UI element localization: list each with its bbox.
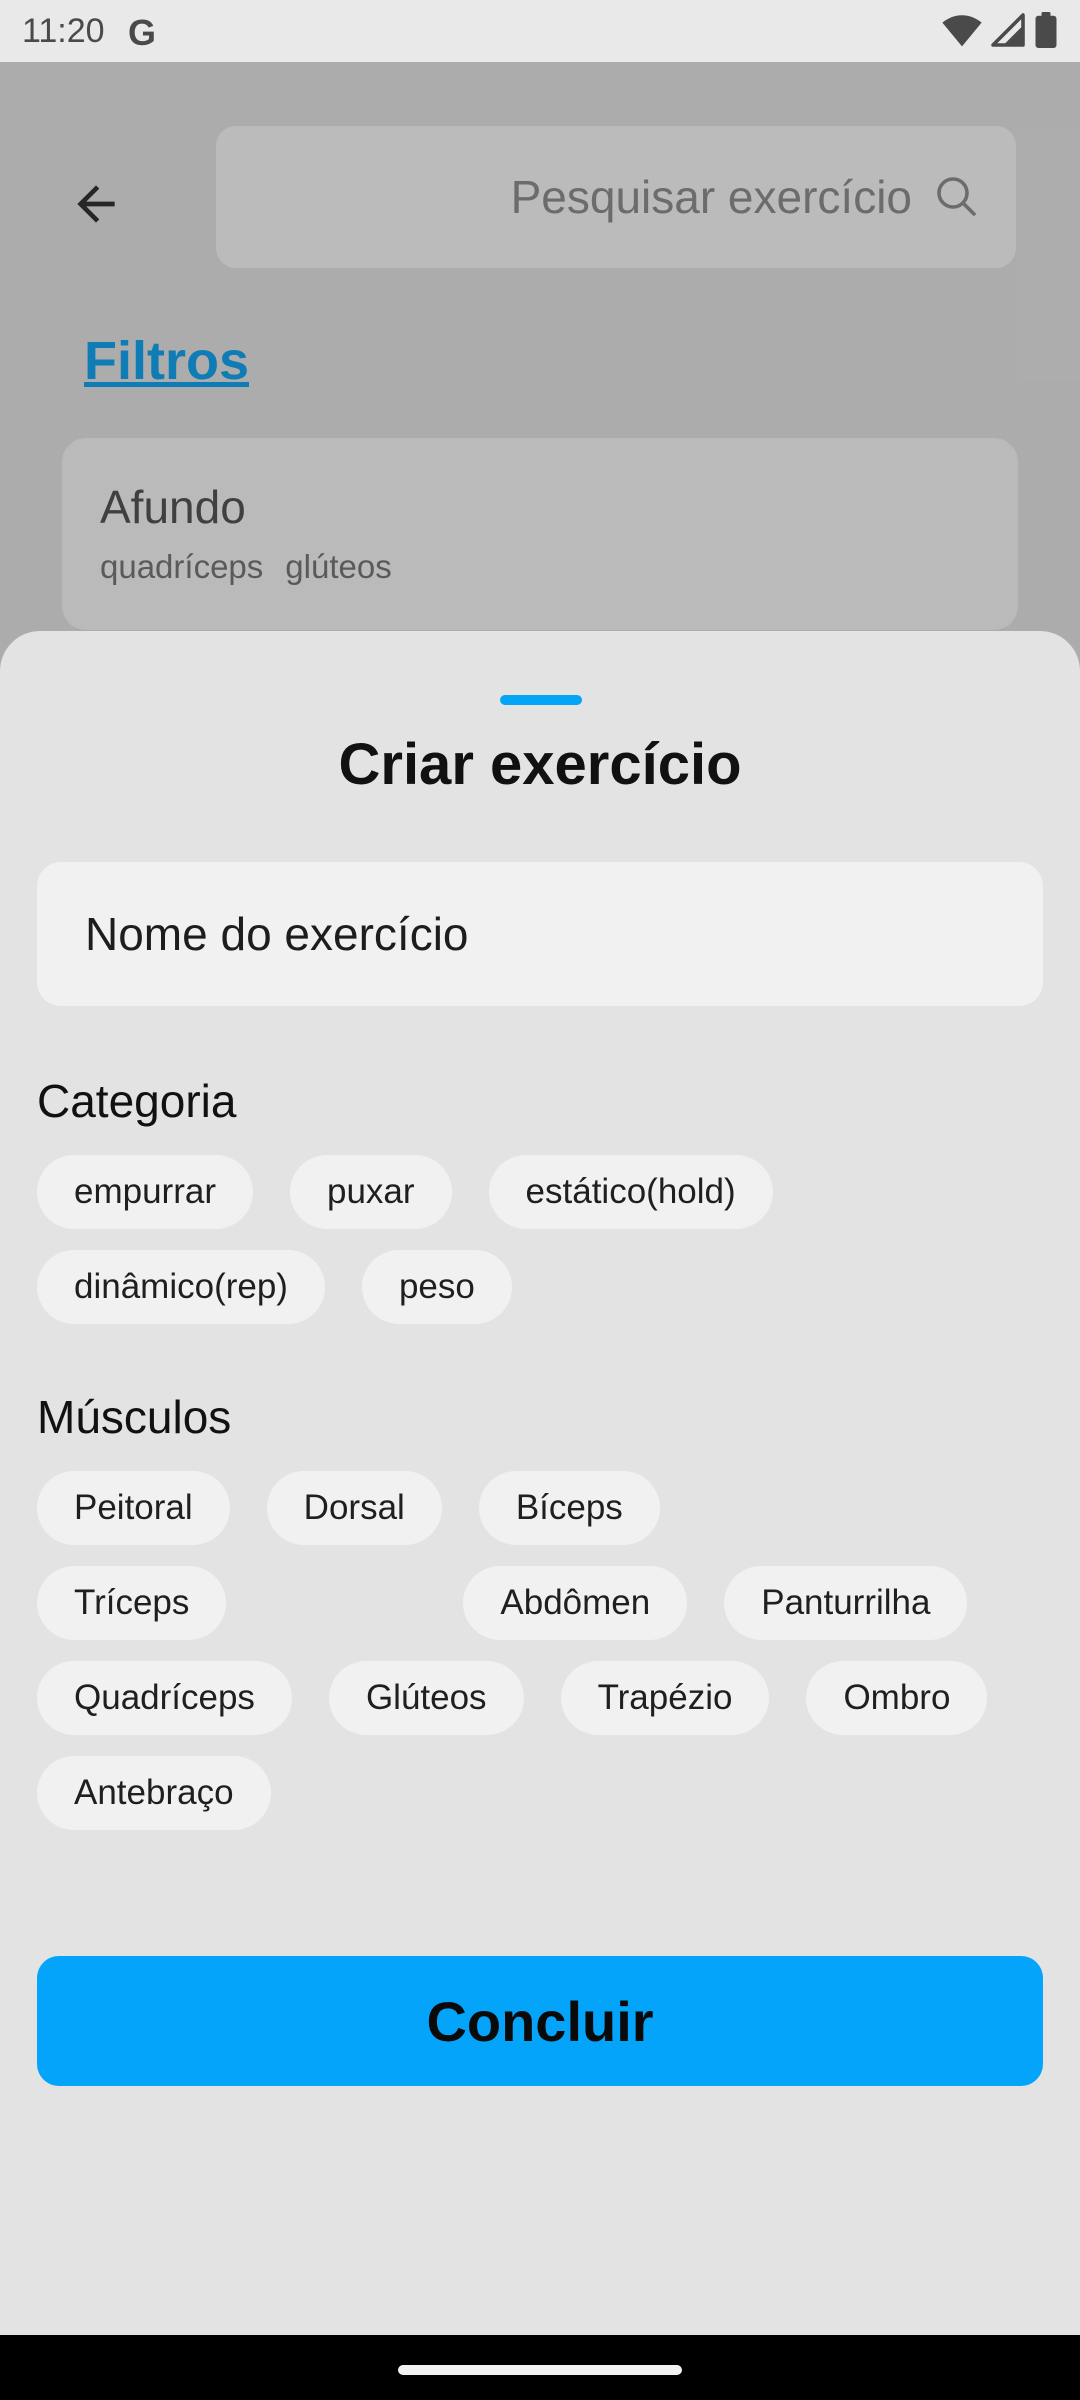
- muscle-chip-triceps[interactable]: Tríceps: [37, 1566, 227, 1640]
- create-exercise-sheet: Criar exercício Nome do exercício Catego…: [0, 631, 1080, 2335]
- battery-icon: [1035, 12, 1057, 48]
- google-icon: G: [128, 12, 157, 53]
- muscles-label: Músculos: [37, 1391, 232, 1443]
- muscle-chip-gluteos[interactable]: Glúteos: [328, 1661, 524, 1735]
- muscle-chip-panturrilha[interactable]: Panturrilha: [724, 1566, 968, 1640]
- category-chip-puxar[interactable]: puxar: [289, 1155, 452, 1229]
- muscle-chip-quadriceps[interactable]: Quadríceps: [37, 1661, 292, 1735]
- system-nav-bar: [0, 2335, 1080, 2400]
- exercise-name-placeholder: Nome do exercício: [85, 908, 469, 960]
- status-icons: [942, 12, 1058, 48]
- signal-icon: [991, 13, 1025, 47]
- muscle-chips: Peitoral Dorsal Bíceps Tríceps Abdômen P…: [37, 1471, 1043, 1830]
- category-chip-estatico-hold[interactable]: estático(hold): [488, 1155, 773, 1229]
- sheet-title: Criar exercício: [338, 732, 742, 797]
- muscle-chip-trapezio[interactable]: Trapézio: [560, 1661, 770, 1735]
- muscle-chip-ombro[interactable]: Ombro: [806, 1661, 988, 1735]
- category-chip-empurrar[interactable]: empurrar: [37, 1155, 253, 1229]
- category-label: Categoria: [37, 1075, 237, 1127]
- muscle-chip-antebraco[interactable]: Antebraço: [37, 1756, 271, 1830]
- status-time: 11:20: [22, 12, 105, 50]
- muscle-chip-dorsal[interactable]: Dorsal: [266, 1471, 442, 1545]
- sheet-drag-handle[interactable]: [500, 695, 582, 705]
- wifi-icon: [942, 15, 982, 47]
- category-chip-peso[interactable]: peso: [361, 1250, 512, 1324]
- category-chip-dinamico-rep[interactable]: dinâmico(rep): [37, 1250, 325, 1324]
- category-chips: empurrar puxar estático(hold) dinâmico(r…: [37, 1155, 1043, 1324]
- muscle-chip-biceps[interactable]: Bíceps: [478, 1471, 660, 1545]
- status-bar: 11:20 G: [0, 0, 1080, 62]
- muscle-chip-abdomen[interactable]: Abdômen: [463, 1566, 688, 1640]
- done-button[interactable]: Concluir: [37, 1956, 1043, 2086]
- muscle-chip-peitoral[interactable]: Peitoral: [37, 1471, 230, 1545]
- home-indicator[interactable]: [398, 2365, 682, 2375]
- exercise-name-input[interactable]: Nome do exercício: [37, 862, 1043, 1006]
